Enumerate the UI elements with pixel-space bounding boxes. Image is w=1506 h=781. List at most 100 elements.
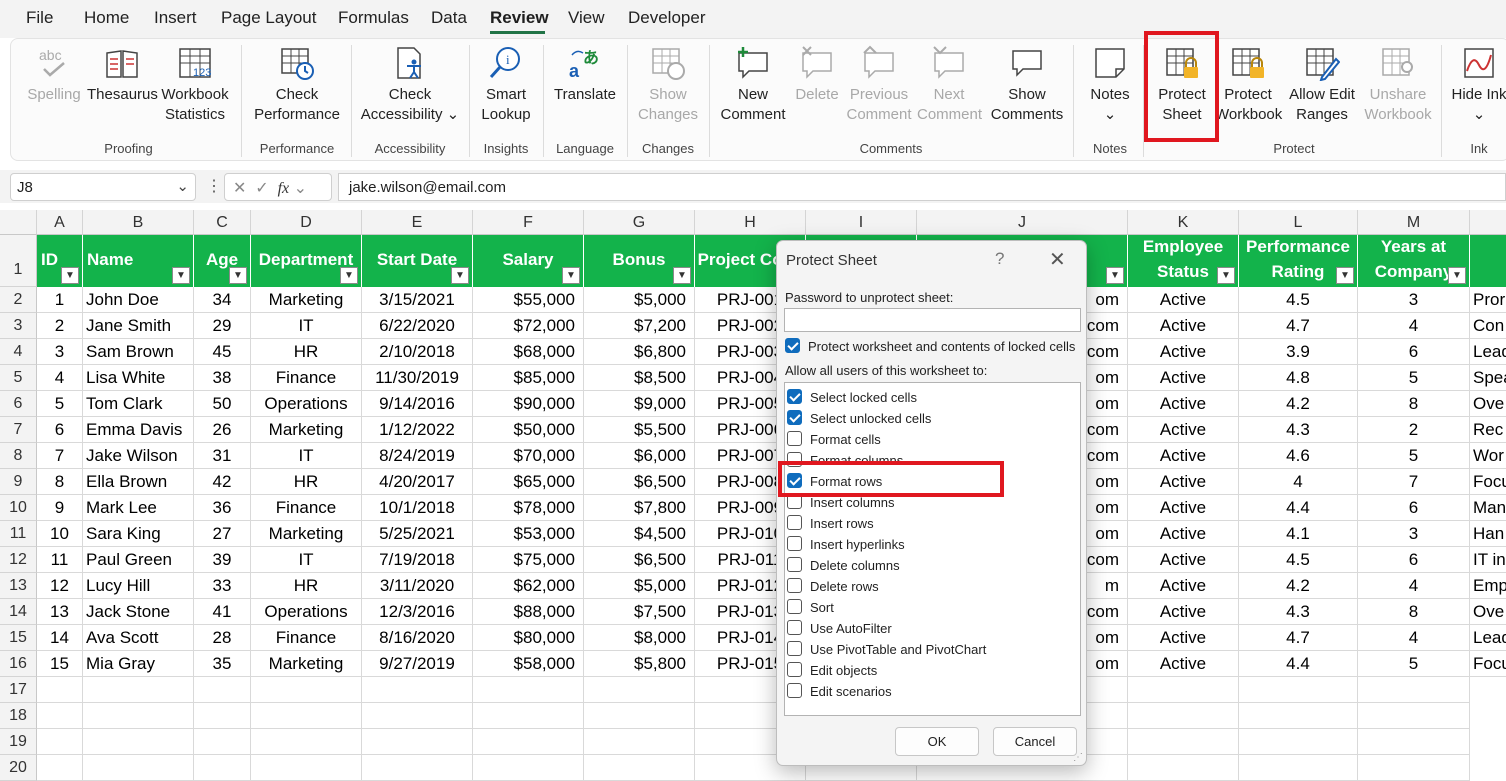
- table-cell[interactable]: Han: [1470, 521, 1506, 547]
- show-comments-button[interactable]: Show Comments: [987, 45, 1067, 125]
- empty-cell[interactable]: [194, 729, 251, 755]
- tab-file[interactable]: File: [26, 8, 53, 28]
- table-cell[interactable]: $7,200: [584, 313, 695, 339]
- table-cell[interactable]: John Doe: [83, 287, 194, 313]
- permission-checkbox[interactable]: [787, 515, 802, 530]
- permission-checkbox[interactable]: [787, 662, 802, 677]
- table-cell[interactable]: IT: [251, 313, 362, 339]
- help-icon[interactable]: ?: [995, 249, 1004, 269]
- password-input[interactable]: [784, 308, 1081, 332]
- table-cell[interactable]: Tom Clark: [83, 391, 194, 417]
- table-cell[interactable]: $53,000: [473, 521, 584, 547]
- tab-developer[interactable]: Developer: [628, 8, 706, 28]
- table-cell[interactable]: $50,000: [473, 417, 584, 443]
- empty-cell[interactable]: [584, 755, 695, 781]
- empty-cell[interactable]: [473, 677, 584, 703]
- table-cell[interactable]: $55,000: [473, 287, 584, 313]
- empty-cell[interactable]: [83, 729, 194, 755]
- next-comment-button[interactable]: Next Comment: [917, 45, 982, 125]
- table-cell[interactable]: Active: [1128, 313, 1239, 339]
- table-cell[interactable]: 3: [1358, 287, 1470, 313]
- permission-checkbox[interactable]: [787, 683, 802, 698]
- table-cell[interactable]: Active: [1128, 599, 1239, 625]
- table-header-cell[interactable]: Age ▼: [194, 235, 251, 287]
- select-all-corner[interactable]: [0, 210, 37, 235]
- table-cell[interactable]: Rec: [1470, 417, 1506, 443]
- table-cell[interactable]: Focu: [1470, 651, 1506, 677]
- table-cell[interactable]: Lucy Hill: [83, 573, 194, 599]
- row-header[interactable]: 20: [0, 755, 37, 781]
- empty-cell[interactable]: [1358, 755, 1470, 781]
- filter-dropdown-icon[interactable]: ▼: [562, 267, 580, 284]
- table-cell[interactable]: Jack Stone: [83, 599, 194, 625]
- column-header-a[interactable]: A: [37, 210, 83, 235]
- table-cell[interactable]: 10/1/2018: [362, 495, 473, 521]
- table-cell[interactable]: Lead: [1470, 625, 1506, 651]
- table-cell[interactable]: 1/12/2022: [362, 417, 473, 443]
- permission-checkbox[interactable]: [787, 410, 802, 425]
- filter-dropdown-icon[interactable]: ▼: [1336, 267, 1354, 284]
- table-cell[interactable]: Mark Lee: [83, 495, 194, 521]
- table-cell[interactable]: 15: [37, 651, 83, 677]
- table-cell[interactable]: Active: [1128, 547, 1239, 573]
- row-header[interactable]: 9: [0, 469, 37, 495]
- table-cell[interactable]: Operations: [251, 391, 362, 417]
- table-cell[interactable]: 2/10/2018: [362, 339, 473, 365]
- table-cell[interactable]: 4.6: [1239, 443, 1358, 469]
- table-cell[interactable]: HR: [251, 573, 362, 599]
- permission-option[interactable]: Select unlocked cells: [785, 408, 1075, 428]
- empty-cell[interactable]: [37, 755, 83, 781]
- table-cell[interactable]: 7: [1358, 469, 1470, 495]
- table-cell[interactable]: 8: [1358, 599, 1470, 625]
- row-header[interactable]: 11: [0, 521, 37, 547]
- table-cell[interactable]: 50: [194, 391, 251, 417]
- table-header-cell[interactable]: ID ▼: [37, 235, 83, 287]
- table-cell[interactable]: $58,000: [473, 651, 584, 677]
- permission-checkbox[interactable]: [787, 536, 802, 551]
- table-cell[interactable]: Active: [1128, 417, 1239, 443]
- table-cell[interactable]: 3: [1358, 521, 1470, 547]
- table-header-cell[interactable]: Name ▼: [83, 235, 194, 287]
- column-header-e[interactable]: E: [362, 210, 473, 235]
- table-cell[interactable]: Ella Brown: [83, 469, 194, 495]
- table-cell[interactable]: Mia Gray: [83, 651, 194, 677]
- table-cell[interactable]: 3.9: [1239, 339, 1358, 365]
- table-cell[interactable]: $5,800: [584, 651, 695, 677]
- empty-cell[interactable]: [584, 729, 695, 755]
- table-cell[interactable]: 11/30/2019: [362, 365, 473, 391]
- row-header[interactable]: 10: [0, 495, 37, 521]
- delete-comment-button[interactable]: Delete: [791, 45, 843, 105]
- table-cell[interactable]: 6: [37, 417, 83, 443]
- table-cell[interactable]: Jake Wilson: [83, 443, 194, 469]
- column-header-b[interactable]: B: [83, 210, 194, 235]
- empty-cell[interactable]: [83, 677, 194, 703]
- table-cell[interactable]: 4.7: [1239, 313, 1358, 339]
- table-cell[interactable]: 4: [1358, 313, 1470, 339]
- empty-cell[interactable]: [362, 729, 473, 755]
- table-cell[interactable]: Active: [1128, 365, 1239, 391]
- protect-workbook-button[interactable]: Protect Workbook: [1215, 45, 1282, 125]
- table-cell[interactable]: Ove: [1470, 391, 1506, 417]
- table-cell[interactable]: Lead: [1470, 339, 1506, 365]
- empty-cell[interactable]: [1358, 729, 1470, 755]
- table-cell[interactable]: 13: [37, 599, 83, 625]
- table-cell[interactable]: 4.2: [1239, 573, 1358, 599]
- table-cell[interactable]: 4: [1358, 625, 1470, 651]
- filter-dropdown-icon[interactable]: ▼: [1448, 267, 1466, 284]
- table-cell[interactable]: 4/20/2017: [362, 469, 473, 495]
- table-cell[interactable]: 5/25/2021: [362, 521, 473, 547]
- permission-option[interactable]: Use PivotTable and PivotChart: [785, 639, 1075, 659]
- table-cell[interactable]: 33: [194, 573, 251, 599]
- table-header-cell[interactable]: Salary ▼: [473, 235, 584, 287]
- table-cell[interactable]: 3/11/2020: [362, 573, 473, 599]
- empty-cell[interactable]: [473, 703, 584, 729]
- permission-option[interactable]: Delete columns: [785, 555, 1075, 575]
- column-header-k[interactable]: K: [1128, 210, 1239, 235]
- table-cell[interactable]: 9/14/2016: [362, 391, 473, 417]
- table-cell[interactable]: Spea: [1470, 365, 1506, 391]
- empty-cell[interactable]: [194, 677, 251, 703]
- permission-checkbox[interactable]: [787, 641, 802, 656]
- empty-cell[interactable]: [37, 729, 83, 755]
- permission-checkbox[interactable]: [787, 599, 802, 614]
- table-cell[interactable]: 2: [1358, 417, 1470, 443]
